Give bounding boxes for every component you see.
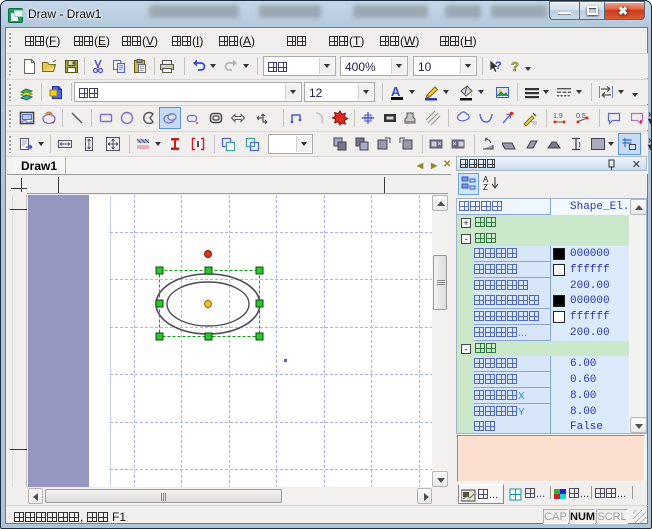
svg-text:A: A xyxy=(391,84,401,99)
svg-text:?: ? xyxy=(511,59,519,74)
svg-text:?: ? xyxy=(495,60,502,72)
svg-text:Z: Z xyxy=(483,183,488,192)
svg-text:1.9: 1.9 xyxy=(553,113,563,120)
